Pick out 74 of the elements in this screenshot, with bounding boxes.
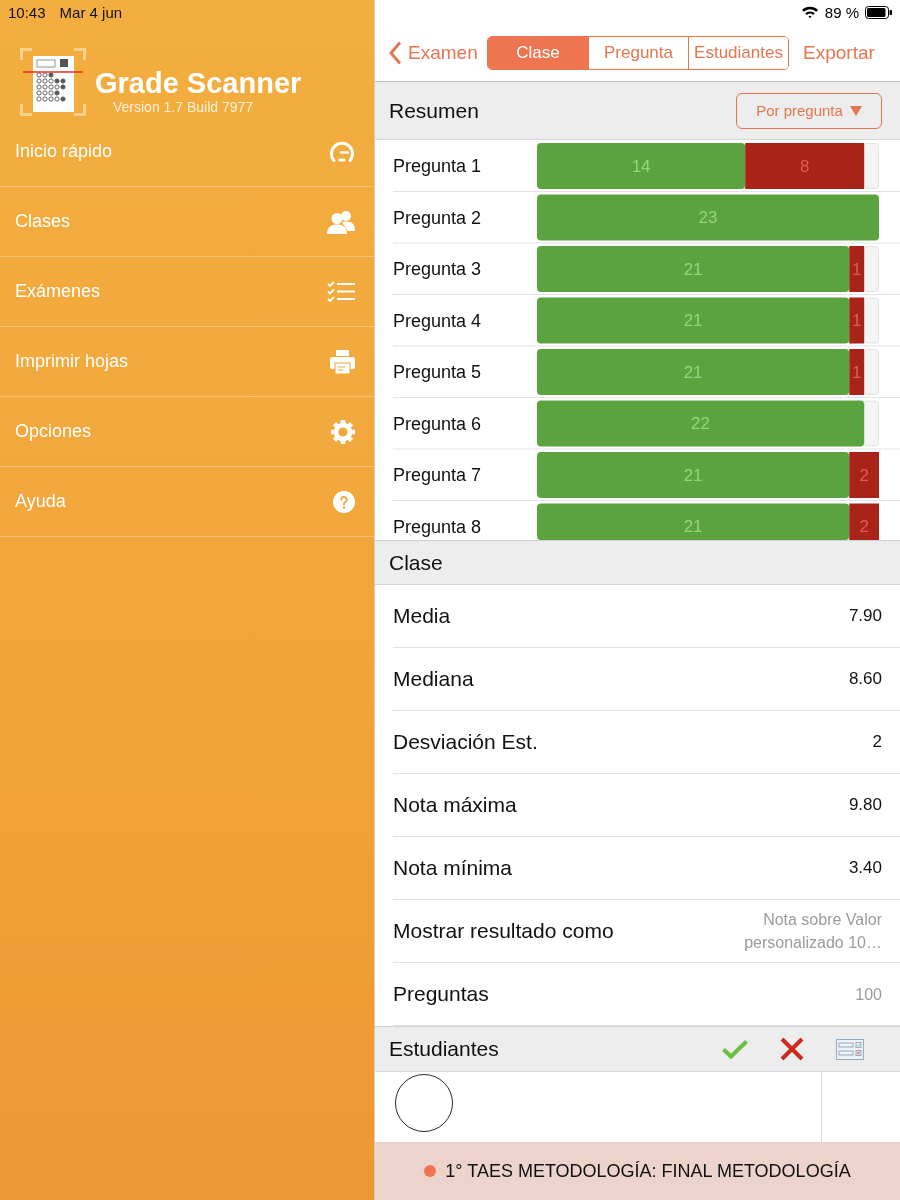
question-label: Pregunta 8: [393, 516, 482, 537]
question-label: Pregunta 2: [393, 207, 482, 228]
section-title: Clase: [389, 550, 443, 575]
users-icon: [327, 209, 355, 234]
bar-value-label: 1: [851, 311, 862, 330]
wifi-icon: [800, 5, 819, 19]
printer-icon: [330, 349, 355, 374]
bar-value-label: 21: [683, 517, 703, 536]
menu-item[interactable]: Clases: [0, 187, 374, 257]
empty-track-drawing: [863, 143, 879, 189]
status-time: 10:43: [8, 3, 46, 21]
question-label: Pregunta 4: [393, 310, 482, 331]
stat-value: 2: [872, 732, 882, 752]
section-title: Resumen: [389, 98, 479, 123]
segment-tab[interactable]: Estudiantes: [688, 36, 788, 69]
stat-label: Preguntas: [393, 982, 489, 1006]
status-date: Mar 4 jun: [59, 3, 123, 21]
empty-track-drawing: [863, 349, 879, 395]
export-button[interactable]: Exportar: [803, 41, 875, 64]
bar-value-label: 23: [698, 208, 718, 227]
question-label: Pregunta 6: [393, 413, 482, 434]
list-card-icon[interactable]: [836, 1038, 864, 1060]
bar-value-label: 22: [691, 414, 711, 433]
back-button[interactable]: Examen: [389, 40, 481, 65]
status-dot-icon: [424, 1165, 437, 1177]
gear-icon: [331, 419, 355, 444]
check-icon[interactable]: [722, 1039, 748, 1059]
stat-value: 8.60: [848, 669, 882, 689]
battery-percent: 89 %: [824, 3, 859, 21]
segment-tab[interactable]: Clase: [488, 36, 588, 69]
cross-icon[interactable]: [780, 1037, 804, 1061]
menu-item[interactable]: Exámenes: [0, 257, 374, 327]
stat-value: 7.90: [848, 606, 882, 626]
help-icon: [333, 490, 355, 513]
stat-value: 100: [855, 984, 882, 1005]
exam-title: 1° TAES METODOLOGÍA: FINAL METODOLOGÍA: [445, 1160, 851, 1182]
bar-value-label: 21: [683, 259, 703, 279]
app-title: Grade Scanner: [95, 67, 302, 99]
menu-item[interactable]: Opciones: [0, 397, 374, 467]
battery-icon: [865, 5, 892, 19]
bar-value-label: 21: [683, 362, 703, 382]
stat-label: Nota máxima: [393, 793, 517, 817]
bar-value-label: 2: [859, 465, 869, 485]
bar-value-label: 1: [851, 362, 862, 382]
stat-label: Desviación Est.: [393, 730, 538, 754]
answer-sheet-icon: [20, 48, 86, 116]
bar-value-label: 21: [683, 465, 703, 485]
question-label: Pregunta 7: [393, 465, 482, 485]
bar-value-label: 21: [683, 311, 703, 330]
menu-item[interactable]: Ayuda: [0, 467, 374, 537]
bar-value-label: 8: [799, 156, 810, 176]
stat-value: 3.40: [848, 858, 882, 878]
question-label: Pregunta 5: [393, 362, 482, 382]
caret-down-icon: [849, 105, 862, 116]
bar-value-label: 14: [631, 156, 651, 176]
stat-value: 9.80: [848, 795, 882, 815]
question-label: Pregunta 3: [393, 259, 482, 279]
bar-value-label: 2: [859, 517, 869, 536]
menu-item[interactable]: Inicio rápido: [0, 117, 374, 187]
gauge-icon: [329, 140, 355, 163]
bar-value-label: 1: [851, 259, 862, 279]
stat-label: Mostrar resultado como: [393, 919, 614, 943]
stat-label: Nota mínima: [393, 856, 513, 880]
stat-label: Media: [393, 604, 451, 628]
section-title: Estudiantes: [389, 1037, 499, 1061]
empty-track-drawing: [863, 246, 879, 292]
question-label: Pregunta 1: [393, 156, 482, 176]
stat-value: Nota sobre Valor personalizado 10…: [743, 910, 882, 953]
filter-dropdown[interactable]: Por pregunta: [736, 92, 882, 129]
version-label: Version 1.7 Build 7977: [113, 99, 255, 116]
menu-item[interactable]: Imprimir hojas: [0, 327, 374, 397]
checklist-icon: [327, 281, 355, 302]
chevron-left-icon: [389, 40, 402, 65]
stat-label: Mediana: [393, 667, 474, 691]
